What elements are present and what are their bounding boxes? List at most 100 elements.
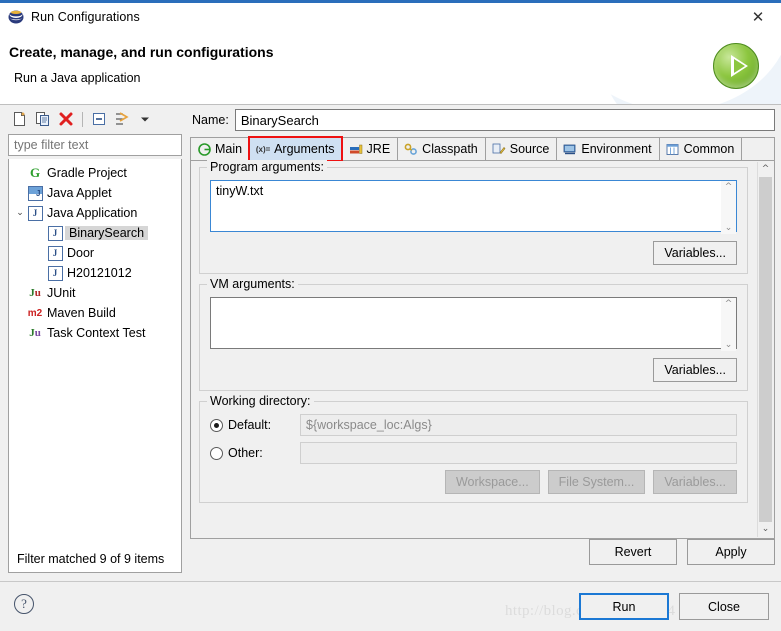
classpath-tab-icon xyxy=(403,142,419,156)
tab-bar-filler xyxy=(741,137,775,160)
tab-label: Arguments xyxy=(274,142,335,156)
tree-item-maven-build[interactable]: m2 Maven Build xyxy=(9,303,181,323)
new-document-icon[interactable] xyxy=(10,109,30,129)
configurations-panel: GGradle Project J Java Applet ⌄JJava Applic… xyxy=(6,107,184,573)
page-subtitle: Run a Java application xyxy=(14,71,141,85)
scroll-up-icon[interactable]: ^ xyxy=(762,162,770,177)
tab-label: Common xyxy=(683,142,735,156)
scrollbar-thumb[interactable] xyxy=(759,177,772,522)
close-icon[interactable]: ✕ xyxy=(735,3,781,31)
apply-button[interactable]: Apply xyxy=(687,539,775,565)
page-title: Create, manage, and run configurations xyxy=(9,44,274,60)
tree-item-java-application[interactable]: ⌄ J Java Application xyxy=(9,203,181,223)
copy-icon[interactable] xyxy=(33,109,53,129)
tree-item-label: JUnit xyxy=(47,286,76,300)
working-directory-other-input[interactable] xyxy=(300,442,737,464)
tab-label: Classpath xyxy=(422,142,478,156)
working-directory-label: Working directory: xyxy=(207,394,314,408)
source-tab-icon xyxy=(491,142,507,156)
vm-arguments-variables-button[interactable]: Variables... xyxy=(653,358,737,382)
working-directory-buttons: Workspace... File System... Variables... xyxy=(210,470,737,494)
filter-arrow-icon[interactable] xyxy=(112,109,132,129)
working-directory-other-row: Other: xyxy=(210,442,737,464)
file-system-button: File System... xyxy=(547,470,646,494)
other-label: Other: xyxy=(228,446,263,460)
tree-item-label: Maven Build xyxy=(47,306,116,320)
working-directory-group: Working directory: Default: Other: Works… xyxy=(199,394,748,503)
vm-arguments-label: VM arguments: xyxy=(207,277,298,291)
name-label: Name: xyxy=(192,113,229,127)
workspace-button: Workspace... xyxy=(444,470,540,494)
tab-common[interactable]: Common xyxy=(658,137,743,160)
program-arguments-input[interactable]: tinyW.txt xyxy=(210,180,737,232)
tree-toolbar xyxy=(8,107,184,131)
tab-arguments[interactable]: (x)= Arguments xyxy=(249,137,343,160)
search-input[interactable] xyxy=(8,134,182,156)
name-row: Name: xyxy=(190,107,775,133)
tab-bar: Main (x)= Arguments JRE Classpath Source Envir… xyxy=(190,136,775,162)
help-icon[interactable]: ? xyxy=(14,594,34,614)
run-button[interactable]: Run xyxy=(579,593,669,620)
red-x-icon[interactable] xyxy=(56,109,76,129)
maven-icon: m2 xyxy=(27,307,43,319)
configuration-editor: Name: Main (x)=Arguments JRE Classpath Sourc… xyxy=(190,107,775,573)
scroll-down-icon[interactable]: ⌄ xyxy=(762,522,770,537)
java-applet-icon: J xyxy=(27,185,43,201)
tab-label: Source xyxy=(509,142,550,156)
arguments-tab-panel: Program arguments: tinyW.txt ^ ⌄ Variabl… xyxy=(190,160,775,539)
tree-item-label: Task Context Test xyxy=(47,326,146,340)
program-arguments-variables-button[interactable]: Variables... xyxy=(653,241,737,265)
toolbar-separator xyxy=(82,111,83,127)
tree-item-task-context-test[interactable]: Ju Task Context Test xyxy=(9,323,181,343)
program-arguments-group: Program arguments: tinyW.txt ^ ⌄ Variabl… xyxy=(199,160,748,274)
working-directory-default-row: Default: xyxy=(210,414,737,436)
tree-item-java-applet[interactable]: J Java Applet xyxy=(9,183,181,203)
tree-item-label: BinarySearch xyxy=(65,226,149,240)
task-context-test-icon: Ju xyxy=(29,327,41,339)
tree-item-label: H20121012 xyxy=(67,266,132,280)
window-title: Run Configurations xyxy=(31,10,140,24)
vm-arguments-group: VM arguments: ^ ⌄ Variables... xyxy=(199,277,748,391)
default-label: Default: xyxy=(228,418,272,432)
vm-arguments-input[interactable] xyxy=(210,297,737,349)
eclipse-sphere-icon xyxy=(8,9,24,25)
tree-item-binarysearch[interactable]: J BinarySearch xyxy=(9,223,181,243)
run-configurations-dialog: Run Configurations ✕ Create, manage, and… xyxy=(0,0,781,631)
tree-item-label: Door xyxy=(67,246,95,260)
tree-item-label: Java Applet xyxy=(47,186,112,200)
header-divider xyxy=(0,104,781,105)
tab-main[interactable]: Main xyxy=(190,137,251,160)
configurations-tree[interactable]: G Gradle Project J Java Applet ⌄ J Java Applic… xyxy=(8,159,182,573)
working-directory-default-input xyxy=(300,414,737,436)
tree-item-h20121012[interactable]: J H20121012 xyxy=(9,263,181,283)
tree-item-junit[interactable]: Ju JUnit xyxy=(9,283,181,303)
common-tab-icon xyxy=(665,142,681,156)
jre-tab-icon xyxy=(348,142,364,156)
tab-source[interactable]: Source xyxy=(484,137,558,160)
tab-content-scrollbar[interactable]: ^ ⌄ xyxy=(757,162,773,537)
working-directory-default-radio[interactable] xyxy=(210,418,223,432)
tab-jre[interactable]: JRE xyxy=(341,137,399,160)
configuration-name-input[interactable] xyxy=(234,109,775,131)
tree-item-label: Gradle Project xyxy=(47,166,127,180)
junit-icon: Ju xyxy=(29,287,41,299)
tab-classpath[interactable]: Classpath xyxy=(397,137,486,160)
title-bar: Run Configurations ✕ xyxy=(0,3,781,31)
chevron-down-icon[interactable] xyxy=(135,109,155,129)
collapse-all-icon[interactable] xyxy=(89,109,109,129)
java-launch-icon: J xyxy=(47,245,63,261)
close-button[interactable]: Close xyxy=(679,593,769,620)
revert-button[interactable]: Revert xyxy=(589,539,677,565)
footer-buttons: Run Close xyxy=(579,593,769,620)
java-application-icon: J xyxy=(27,205,43,221)
working-directory-other-radio[interactable] xyxy=(210,446,223,460)
tab-environment[interactable]: Environment xyxy=(556,137,660,160)
java-launch-icon: J xyxy=(47,225,63,241)
filter-status-text: Filter matched 9 of 9 items xyxy=(17,552,165,566)
variables-button: Variables... xyxy=(653,470,737,494)
tab-label: Environment xyxy=(581,142,652,156)
program-arguments-label: Program arguments: xyxy=(207,160,327,174)
expand-chevron-icon[interactable]: ⌄ xyxy=(13,208,27,218)
tree-item-gradle-project[interactable]: G Gradle Project xyxy=(9,163,181,183)
tree-item-door[interactable]: J Door xyxy=(9,243,181,263)
